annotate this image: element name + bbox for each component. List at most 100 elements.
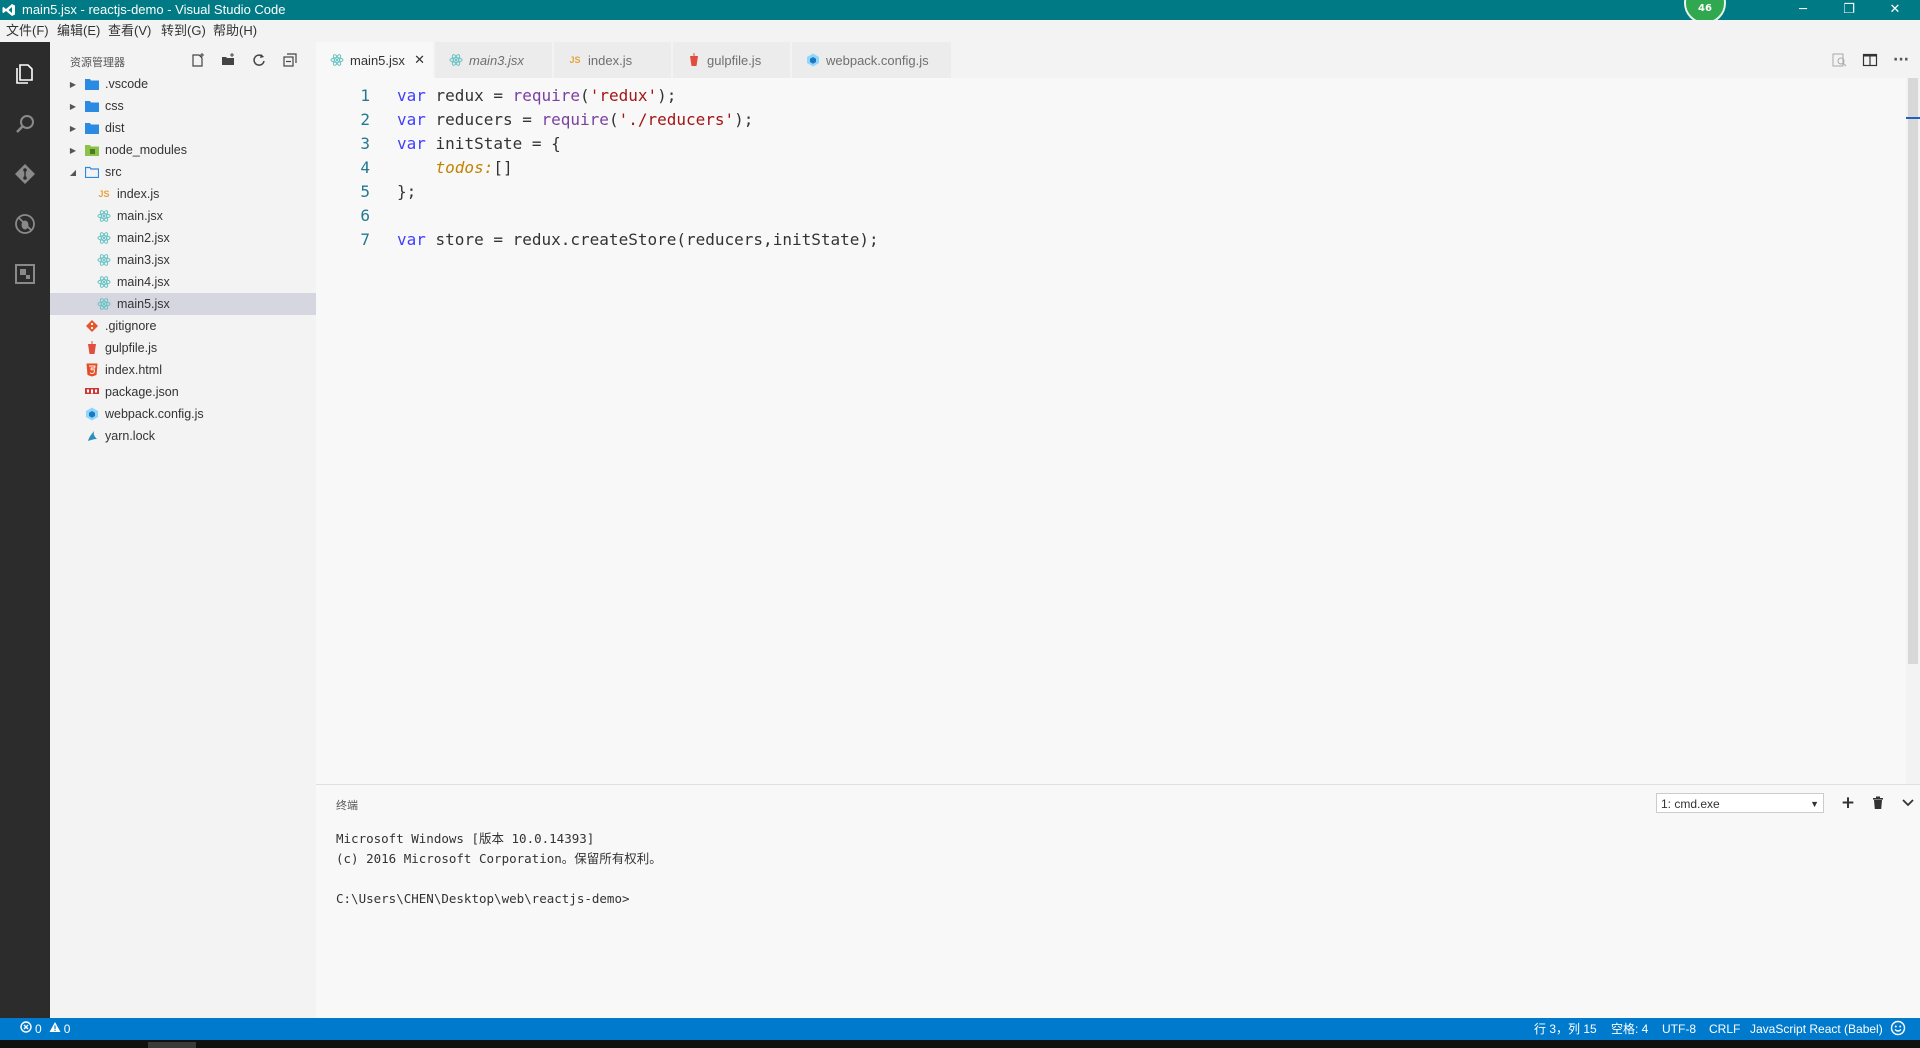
code-line[interactable]: 7 var store = redux.createStore(reducers,… bbox=[316, 228, 1906, 252]
tree-item-label: main.jsx bbox=[117, 209, 163, 223]
collapse-panel-icon[interactable] bbox=[1898, 793, 1918, 813]
tree-file[interactable]: index.html bbox=[50, 359, 316, 381]
tab-index-js[interactable]: JS index.js bbox=[554, 42, 672, 78]
kill-terminal-icon[interactable] bbox=[1868, 793, 1888, 813]
html-file-icon bbox=[84, 362, 100, 378]
tree-file[interactable]: main4.jsx bbox=[50, 271, 316, 293]
terminal-panel: 终端 1: cmd.exe ▼ + Microsoft Windows [版本 … bbox=[316, 784, 1920, 1019]
code-line[interactable]: 6 bbox=[316, 204, 1906, 228]
split-editor-icon[interactable] bbox=[1859, 50, 1881, 70]
tree-file[interactable]: webpack.config.js bbox=[50, 403, 316, 425]
tree-file[interactable]: main.jsx bbox=[50, 205, 316, 227]
close-button[interactable]: ✕ bbox=[1872, 0, 1918, 20]
tree-file[interactable]: main3.jsx bbox=[50, 249, 316, 271]
tab-main3-jsx[interactable]: main3.jsx bbox=[435, 42, 553, 78]
editor-scroll-thumb[interactable] bbox=[1908, 78, 1918, 664]
js-file-icon: JS bbox=[569, 55, 581, 65]
debug-icon[interactable] bbox=[0, 200, 50, 248]
tab-main5-jsx[interactable]: main5.jsx ✕ bbox=[316, 42, 434, 78]
tab-gulpfile-js[interactable]: gulpfile.js bbox=[673, 42, 791, 78]
terminal-select-value: 1: cmd.exe bbox=[1661, 797, 1720, 811]
new-file-icon[interactable] bbox=[188, 50, 208, 70]
tree-file[interactable]: JS index.js bbox=[50, 183, 316, 205]
menu-edit[interactable]: 编辑(E) bbox=[57, 23, 100, 39]
tree-folder[interactable]: ▶ node_modules bbox=[50, 139, 316, 161]
folder-open-icon bbox=[84, 164, 100, 180]
tree-folder[interactable]: ▶ dist bbox=[50, 117, 316, 139]
restore-button[interactable]: ❐ bbox=[1826, 0, 1872, 20]
node-folder-icon bbox=[84, 142, 100, 158]
smiley-icon[interactable] bbox=[1890, 1020, 1906, 1040]
tab-webpack-config-js[interactable]: webpack.config.js bbox=[792, 42, 952, 78]
activity-bar bbox=[0, 42, 50, 1018]
code-token: var bbox=[397, 86, 426, 105]
tree-item-label: index.js bbox=[117, 187, 160, 201]
code-line[interactable]: 5}; bbox=[316, 180, 1906, 204]
new-terminal-icon[interactable]: + bbox=[1838, 793, 1858, 813]
code-token: todos: bbox=[435, 158, 494, 177]
language-mode[interactable]: JavaScript React (Babel) bbox=[1750, 1021, 1883, 1037]
react-file-icon bbox=[96, 230, 112, 246]
explorer-icon[interactable] bbox=[0, 50, 50, 98]
code-token: 'redux' bbox=[589, 86, 658, 105]
code-line[interactable]: 3 var initState = { bbox=[316, 132, 1906, 156]
git-icon[interactable] bbox=[0, 150, 50, 198]
chevron-right-icon[interactable]: ▶ bbox=[68, 146, 78, 155]
code-token: }; bbox=[397, 182, 417, 201]
refresh-icon[interactable] bbox=[249, 50, 269, 70]
new-folder-icon[interactable] bbox=[218, 50, 238, 70]
code-token: var bbox=[397, 110, 426, 129]
chevron-right-icon[interactable]: ▶ bbox=[68, 102, 78, 111]
line-number: 2 bbox=[360, 110, 370, 129]
tree-file[interactable]: package.json bbox=[50, 381, 316, 403]
tree-file[interactable]: yarn.lock bbox=[50, 425, 316, 447]
menu-view[interactable]: 查看(V) bbox=[108, 23, 151, 39]
code-line[interactable]: 1 var redux = require('redux'); bbox=[316, 84, 1906, 108]
minimize-button[interactable]: ─ bbox=[1780, 0, 1826, 20]
terminal-select[interactable]: 1: cmd.exe ▼ bbox=[1656, 793, 1824, 813]
code-line[interactable]: 4 todos:[] bbox=[316, 156, 1906, 180]
problems-indicator[interactable]: 0 0 bbox=[20, 1021, 70, 1037]
indentation[interactable]: 空格: 4 bbox=[1611, 1021, 1648, 1037]
code-line[interactable]: 2 var reducers = require('./reducers'); bbox=[316, 108, 1906, 132]
tree-item-label: index.html bbox=[105, 363, 162, 377]
tree-file[interactable]: gulpfile.js bbox=[50, 337, 316, 359]
code-text: todos:[] bbox=[397, 156, 513, 180]
tree-item-label: .gitignore bbox=[105, 319, 157, 333]
open-preview-icon[interactable] bbox=[1828, 50, 1850, 70]
tree-folder[interactable]: ▶ css bbox=[50, 95, 316, 117]
search-icon[interactable] bbox=[0, 100, 50, 148]
extensions-icon[interactable] bbox=[0, 250, 50, 298]
tree-item-label: main3.jsx bbox=[117, 253, 170, 267]
encoding[interactable]: UTF-8 bbox=[1662, 1021, 1696, 1037]
taskbar-active-app[interactable] bbox=[148, 1042, 196, 1048]
line-ending[interactable]: CRLF bbox=[1709, 1021, 1740, 1037]
warning-count: 0 bbox=[63, 1022, 71, 1036]
tree-file[interactable]: .gitignore bbox=[50, 315, 316, 337]
tree-file[interactable]: main5.jsx bbox=[50, 293, 316, 315]
menu-goto[interactable]: 转到(G) bbox=[161, 23, 206, 39]
menu-file[interactable]: 文件(F) bbox=[6, 23, 49, 39]
menu-help[interactable]: 帮助(H) bbox=[213, 23, 257, 39]
chevron-right-icon[interactable]: ▶ bbox=[68, 80, 78, 89]
close-tab-icon[interactable]: ✕ bbox=[414, 52, 425, 68]
tree-item-label: package.json bbox=[105, 385, 179, 399]
chevron-down-icon[interactable]: ◢ bbox=[68, 168, 78, 177]
chevron-right-icon[interactable]: ▶ bbox=[68, 124, 78, 133]
collapse-all-icon[interactable] bbox=[280, 50, 300, 70]
tab-label: index.js bbox=[588, 52, 633, 68]
code-editor[interactable]: 1 var redux = require('redux'); 2 var reduc… bbox=[316, 78, 1906, 784]
gulp-file-icon bbox=[687, 53, 701, 67]
code-token: './reducers' bbox=[618, 110, 735, 129]
more-actions-icon[interactable]: ··· bbox=[1890, 50, 1912, 70]
terminal-line: (c) 2016 Microsoft Corporation。保留所有权利。 bbox=[336, 851, 662, 866]
tree-folder[interactable]: ◢ src bbox=[50, 161, 316, 183]
cursor-position[interactable]: 行 3，列 15 bbox=[1534, 1021, 1597, 1037]
tree-item-label: webpack.config.js bbox=[105, 407, 204, 421]
webpack-file-icon bbox=[84, 406, 100, 422]
tree-folder[interactable]: ▶ .vscode bbox=[50, 73, 316, 95]
tree-file[interactable]: main2.jsx bbox=[50, 227, 316, 249]
terminal-line: C:\Users\CHEN\Desktop\web\reactjs-demo> bbox=[336, 891, 630, 906]
tree-item-label: .vscode bbox=[105, 77, 149, 91]
